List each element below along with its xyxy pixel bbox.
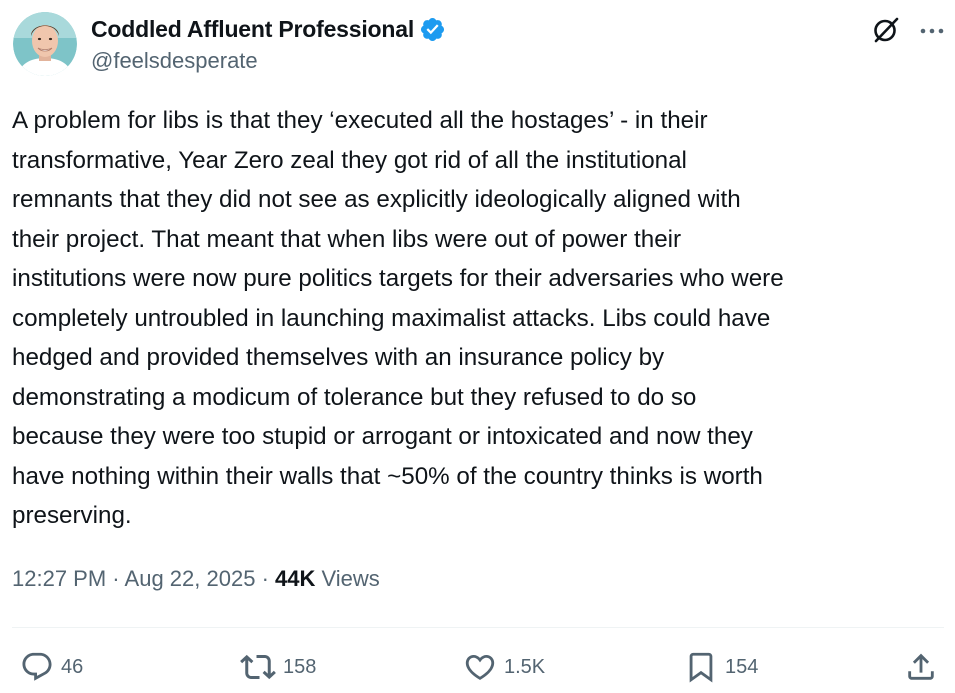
bookmark-count: 154 (725, 655, 759, 678)
post-time[interactable]: 12:27 PM (12, 566, 106, 591)
post-date[interactable]: Aug 22, 2025 (125, 566, 256, 591)
tweet-card: Coddled Affluent Professional @feelsdesp… (0, 0, 955, 693)
reply-icon (22, 652, 52, 681)
repost-icon (240, 654, 276, 680)
views-label: Views (321, 566, 380, 591)
heart-icon (465, 654, 495, 680)
share-button[interactable] (904, 645, 938, 689)
grok-icon[interactable] (871, 15, 901, 45)
meta-separator: · (261, 566, 269, 591)
action-bar: 46 158 1.5K 154 (0, 645, 955, 689)
verified-badge-icon[interactable] (419, 16, 446, 43)
reply-button[interactable]: 46 (20, 645, 83, 689)
like-button[interactable]: 1.5K (463, 645, 545, 689)
reply-count: 46 (61, 655, 84, 678)
author-handle[interactable]: @feelsdesperate (91, 48, 258, 74)
repost-button[interactable]: 158 (240, 645, 316, 689)
author-name-row: Coddled Affluent Professional (91, 14, 446, 44)
more-icon[interactable] (918, 17, 946, 45)
share-icon (908, 653, 934, 680)
bookmark-button[interactable]: 154 (684, 645, 758, 689)
views-count[interactable]: 44K (275, 566, 315, 591)
author-display-name[interactable]: Coddled Affluent Professional (91, 16, 414, 43)
post-meta: 12:27 PM · Aug 22, 2025 · 44K Views (12, 566, 380, 592)
post-text: A problem for libs is that they ‘execute… (12, 107, 784, 529)
repost-count: 158 (283, 655, 317, 678)
meta-separator: · (112, 566, 120, 591)
like-count: 1.5K (504, 655, 546, 678)
avatar[interactable] (13, 12, 77, 76)
divider (12, 627, 944, 628)
bookmark-icon (689, 652, 713, 683)
